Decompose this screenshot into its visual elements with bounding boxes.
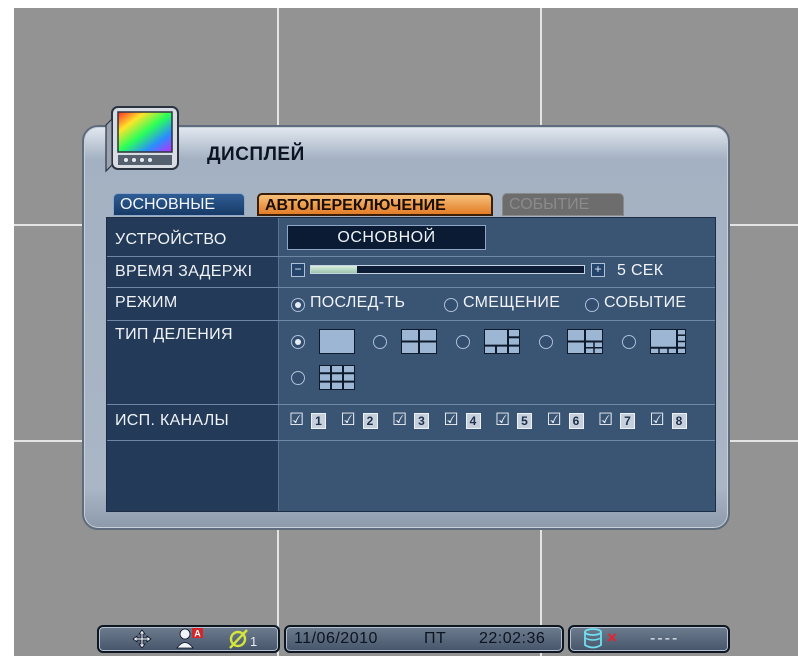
split-4-icon[interactable] — [401, 329, 437, 354]
device-select[interactable]: ОСНОВНОЙ — [287, 225, 486, 250]
status-time: 22:02:36 — [479, 630, 546, 647]
row-divider — [107, 256, 715, 257]
row-divider — [107, 287, 715, 288]
split-1-radio[interactable] — [291, 335, 305, 349]
channel-8-number: 8 — [671, 413, 687, 429]
disk-value: ---- — [650, 630, 680, 647]
tab-basic[interactable]: ОСНОВНЫЕ — [113, 193, 245, 216]
split-4-radio[interactable] — [373, 335, 387, 349]
mode-event-label: СОБЫТИЕ — [604, 294, 687, 311]
disk-error-mark: × — [607, 628, 618, 647]
mode-offset-label: СМЕЩЕНИЕ — [463, 294, 561, 311]
channels-label: ИСП. КАНАЛЫ — [115, 412, 229, 429]
mode-event-radio[interactable] — [585, 298, 599, 312]
monitor-color-icon — [105, 106, 179, 173]
channel-1-number: 1 — [311, 413, 326, 429]
status-weekday: ПТ — [424, 630, 447, 647]
delay-label: ВРЕМЯ ЗАДЕРЖІ — [115, 263, 253, 280]
device-label: УСТРОЙСТВО — [115, 231, 227, 248]
delay-slider-fill — [311, 266, 358, 273]
row-divider — [107, 320, 715, 321]
mode-sequence-label: ПОСЛЕД-ТЬ — [310, 294, 406, 311]
svg-text:A: A — [194, 629, 201, 639]
channel-5-checkbox[interactable]: ☑ — [495, 411, 512, 428]
split-7-radio[interactable] — [539, 335, 553, 349]
channel-2-checkbox[interactable]: ☑ — [341, 411, 358, 428]
network-count: 1 — [250, 634, 258, 649]
tab-event[interactable]: СОБЫТИЕ — [502, 193, 624, 216]
channel-6-checkbox[interactable]: ☑ — [547, 411, 564, 428]
split-7-icon[interactable] — [567, 329, 603, 354]
status-date: 11/06/2010 — [294, 630, 378, 647]
user-alarm-icon[interactable]: A — [176, 627, 204, 649]
tab-autoswitch[interactable]: АВТОПЕРЕКЛЮЧЕНИЕ — [257, 193, 493, 216]
mode-sequence-radio[interactable] — [291, 298, 305, 312]
split-8-radio[interactable] — [622, 335, 636, 349]
mode-offset-radio[interactable] — [444, 298, 458, 312]
channel-3-number: 3 — [414, 413, 429, 429]
label-column — [107, 218, 279, 511]
disk-icon[interactable] — [583, 628, 603, 650]
channel-3-checkbox[interactable]: ☑ — [392, 411, 409, 428]
row-divider — [107, 404, 715, 405]
dialog-title: ДИСПЛЕЙ — [207, 144, 305, 165]
split-9-radio[interactable] — [291, 371, 305, 385]
split-8-icon[interactable] — [650, 329, 686, 354]
settings-panel: УСТРОЙСТВО ОСНОВНОЙ ВРЕМЯ ЗАДЕРЖІ − + 5 … — [106, 217, 716, 512]
channel-1-checkbox[interactable]: ☑ — [289, 411, 306, 428]
channel-5-number: 5 — [517, 413, 532, 429]
delay-decrease-button[interactable]: − — [291, 263, 305, 277]
mode-label: РЕЖИМ — [115, 294, 178, 311]
split-6-icon[interactable] — [484, 329, 520, 354]
delay-increase-button[interactable]: + — [591, 263, 605, 277]
split-type-label: ТИП ДЕЛЕНИЯ — [115, 326, 233, 343]
split-6-radio[interactable] — [456, 335, 470, 349]
network-icon[interactable] — [227, 628, 251, 650]
delay-slider[interactable] — [310, 265, 585, 274]
channel-2-number: 2 — [362, 413, 378, 429]
move-arrows-icon[interactable] — [132, 629, 152, 649]
channel-4-checkbox[interactable]: ☑ — [444, 411, 461, 428]
channel-7-checkbox[interactable]: ☑ — [598, 411, 615, 428]
row-divider — [107, 440, 715, 441]
split-9-icon[interactable] — [319, 365, 355, 390]
channel-6-number: 6 — [568, 413, 584, 429]
channel-4-number: 4 — [465, 413, 481, 429]
channel-7-number: 7 — [620, 413, 635, 429]
split-1-icon[interactable] — [319, 329, 355, 354]
channel-8-checkbox[interactable]: ☑ — [650, 411, 667, 428]
delay-value: 5 СЕК — [617, 262, 664, 279]
